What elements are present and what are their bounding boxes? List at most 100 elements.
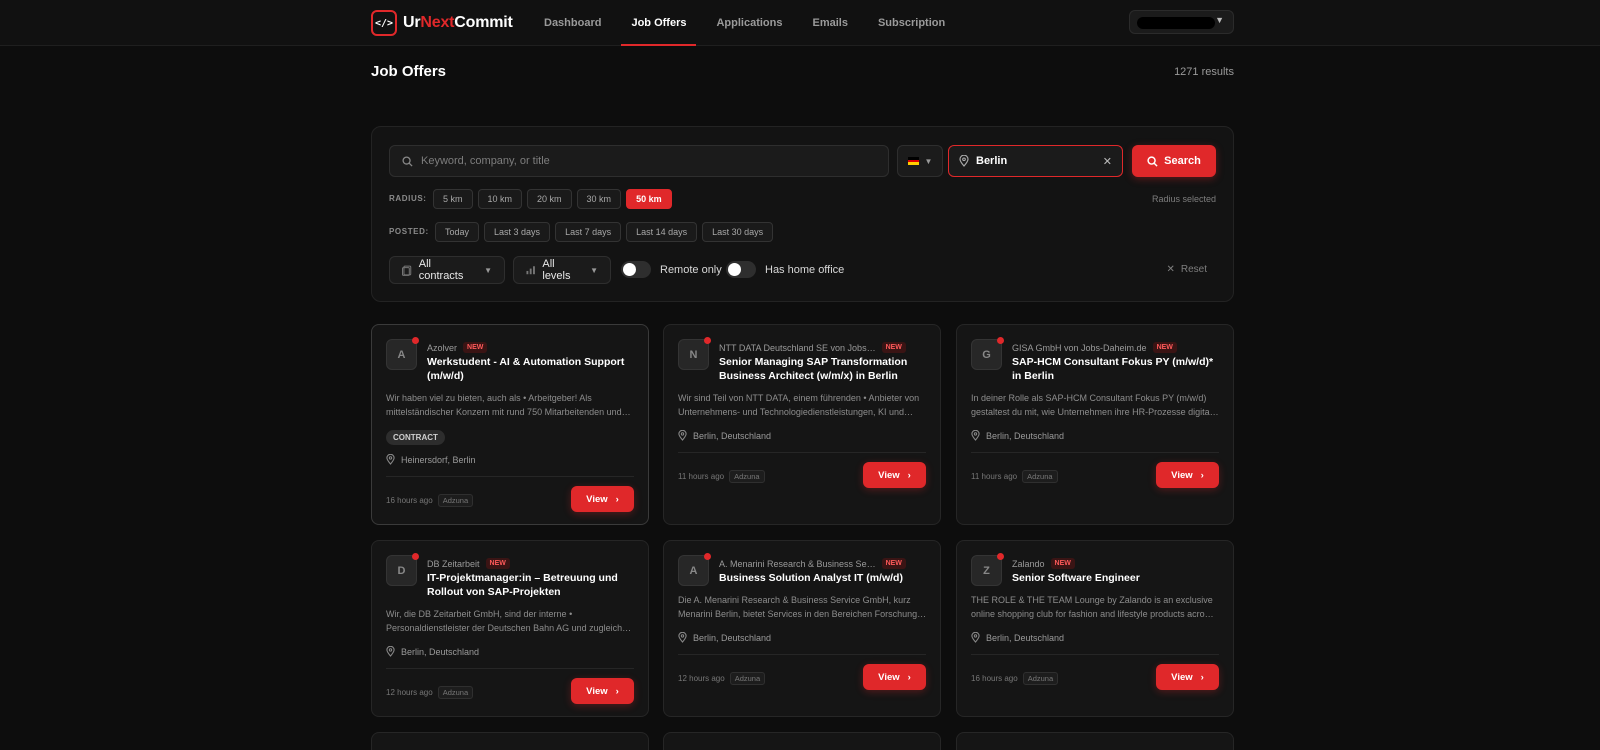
posted-time: 12 hours ago bbox=[386, 688, 433, 697]
job-title[interactable]: Senior Software Engineer bbox=[1012, 571, 1217, 585]
job-title[interactable]: Business Solution Analyst IT (m/w/d) bbox=[719, 571, 924, 585]
nav-applications[interactable]: Applications bbox=[704, 0, 794, 46]
job-card[interactable]: A Azolver NEW Werkstudent - AI & Automati… bbox=[371, 324, 649, 525]
job-description: THE ROLE & THE TEAM Lounge by Zalando is… bbox=[971, 595, 1214, 619]
job-title[interactable]: Werkstudent - AI & Automation Support (m… bbox=[427, 355, 632, 383]
bar-chart-icon bbox=[526, 266, 535, 275]
radius-30km[interactable]: 30 km bbox=[576, 189, 622, 209]
source-tag: Adzuna bbox=[1022, 470, 1058, 483]
view-button[interactable]: View › bbox=[571, 486, 634, 512]
location-value[interactable]: Berlin bbox=[976, 155, 1096, 167]
chevron-right-icon: › bbox=[615, 685, 619, 697]
job-title[interactable]: IT-Projektmanager:in – Betreuung und Rol… bbox=[427, 571, 632, 599]
remote-only-label: Remote only bbox=[660, 263, 722, 276]
nav-job-offers[interactable]: Job Offers bbox=[619, 0, 698, 46]
job-card-partial[interactable] bbox=[956, 732, 1234, 750]
new-badge: NEW bbox=[485, 558, 510, 569]
search-input[interactable] bbox=[421, 155, 861, 167]
remote-only-toggle-group: Remote only bbox=[621, 261, 722, 278]
unread-dot bbox=[997, 553, 1004, 560]
company-avatar: D bbox=[386, 553, 419, 586]
posted-last-30-days[interactable]: Last 30 days bbox=[702, 222, 774, 242]
unread-dot bbox=[997, 337, 1004, 344]
view-button[interactable]: View › bbox=[571, 678, 634, 704]
home-office-toggle[interactable] bbox=[726, 261, 756, 278]
chevron-right-icon: › bbox=[907, 671, 911, 683]
source-tag: Adzuna bbox=[437, 494, 474, 507]
levels-label: All levels bbox=[542, 258, 571, 282]
posted-options: Today Last 3 days Last 7 days Last 14 da… bbox=[435, 222, 774, 242]
company-avatar: A bbox=[386, 337, 419, 370]
top-navigation-bar: </> UrNextCommit Dashboard Job Offers Ap… bbox=[0, 0, 1600, 46]
view-button[interactable]: View › bbox=[863, 462, 926, 488]
company-name: GISA GmbH von Jobs-Daheim.de bbox=[1012, 342, 1147, 353]
source-tag: Adzuna bbox=[729, 470, 765, 483]
brand-logo[interactable]: </> UrNextCommit bbox=[371, 10, 513, 36]
radius-5km[interactable]: 5 km bbox=[433, 189, 473, 209]
levels-dropdown[interactable]: All levels ▼ bbox=[513, 256, 611, 284]
radius-hint: Radius selected bbox=[1151, 194, 1216, 204]
job-card[interactable]: D DB Zeitarbeit NEW IT-Projektmanager:in … bbox=[371, 540, 649, 717]
job-card-partial[interactable] bbox=[371, 732, 649, 750]
radius-50km[interactable]: 50 km bbox=[626, 189, 672, 209]
map-pin-icon bbox=[678, 430, 687, 441]
contracts-dropdown[interactable]: All contracts ▼ bbox=[389, 256, 505, 284]
posted-last-7-days[interactable]: Last 7 days bbox=[555, 222, 622, 242]
job-title[interactable]: Senior Managing SAP Transformation Busin… bbox=[719, 355, 924, 383]
unread-dot bbox=[704, 337, 711, 344]
reset-button[interactable]: ✕ Reset bbox=[1166, 264, 1207, 275]
clear-location-icon[interactable]: ✕ bbox=[1103, 155, 1112, 168]
view-button[interactable]: View › bbox=[1156, 462, 1219, 488]
search-button-label: Search bbox=[1164, 155, 1201, 167]
card-divider bbox=[386, 476, 634, 477]
map-pin-icon bbox=[678, 632, 687, 643]
new-badge: NEW bbox=[1152, 342, 1177, 353]
unread-dot bbox=[704, 553, 711, 560]
company-name: A. Menarini Research & Business Se… bbox=[719, 558, 876, 569]
posted-last-3-days[interactable]: Last 3 days bbox=[484, 222, 551, 242]
posted-time: 16 hours ago bbox=[386, 496, 433, 505]
chevron-right-icon: › bbox=[1200, 469, 1204, 481]
nav-dashboard[interactable]: Dashboard bbox=[532, 0, 613, 46]
germany-flag-icon bbox=[907, 157, 919, 166]
company-avatar: A bbox=[678, 553, 711, 586]
document-icon bbox=[402, 265, 412, 276]
job-card[interactable]: A A. Menarini Research & Business Se… NEW… bbox=[663, 540, 941, 717]
unread-dot bbox=[412, 553, 419, 560]
job-description: Wir sind Teil von NTT DATA, einem führen… bbox=[678, 393, 920, 417]
posted-today[interactable]: Today bbox=[435, 222, 480, 242]
search-button[interactable]: Search bbox=[1132, 145, 1216, 177]
nav-subscription[interactable]: Subscription bbox=[866, 0, 957, 46]
search-field[interactable] bbox=[389, 145, 889, 177]
job-location: Heinersdorf, Berlin bbox=[401, 454, 476, 465]
radius-20km[interactable]: 20 km bbox=[527, 189, 572, 209]
chevron-right-icon: › bbox=[907, 469, 911, 481]
view-button[interactable]: View › bbox=[1156, 664, 1219, 690]
remote-only-toggle[interactable] bbox=[621, 261, 651, 278]
new-badge: NEW bbox=[1050, 558, 1075, 569]
posted-last-14-days[interactable]: Last 14 days bbox=[626, 222, 698, 242]
job-description: Wir haben viel zu bieten, auch als • Arb… bbox=[386, 393, 631, 417]
card-divider bbox=[678, 452, 926, 453]
search-icon bbox=[1147, 155, 1158, 167]
location-field[interactable]: Berlin ✕ bbox=[948, 145, 1123, 177]
job-card[interactable]: N NTT DATA Deutschland SE von Jobs… NEW S… bbox=[663, 324, 941, 525]
job-card-partial[interactable] bbox=[663, 732, 941, 750]
job-title[interactable]: SAP-HCM Consultant Fokus PY (m/w/d)* in … bbox=[1012, 355, 1217, 383]
job-card[interactable]: G GISA GmbH von Jobs-Daheim.de NEW SAP-HC… bbox=[956, 324, 1234, 525]
job-description: In deiner Rolle als SAP-HCM Consultant F… bbox=[971, 393, 1219, 417]
country-select[interactable]: ▼ bbox=[897, 145, 943, 177]
radius-options: 5 km 10 km 20 km 30 km 50 km bbox=[433, 189, 672, 209]
map-pin-icon bbox=[386, 646, 395, 657]
nav-emails[interactable]: Emails bbox=[801, 0, 860, 46]
chevron-down-icon: ▼ bbox=[484, 265, 492, 275]
radius-10km[interactable]: 10 km bbox=[477, 189, 523, 209]
view-button[interactable]: View › bbox=[863, 664, 926, 690]
user-menu[interactable]: ▼ bbox=[1129, 10, 1234, 34]
job-card[interactable]: Z Zalando NEW Senior Software Engineer TH… bbox=[956, 540, 1234, 717]
card-divider bbox=[678, 654, 926, 655]
company-avatar: N bbox=[678, 337, 711, 370]
job-location: Berlin, Deutschland bbox=[986, 430, 1065, 441]
chevron-right-icon: › bbox=[615, 493, 619, 505]
source-tag: Adzuna bbox=[437, 686, 474, 699]
